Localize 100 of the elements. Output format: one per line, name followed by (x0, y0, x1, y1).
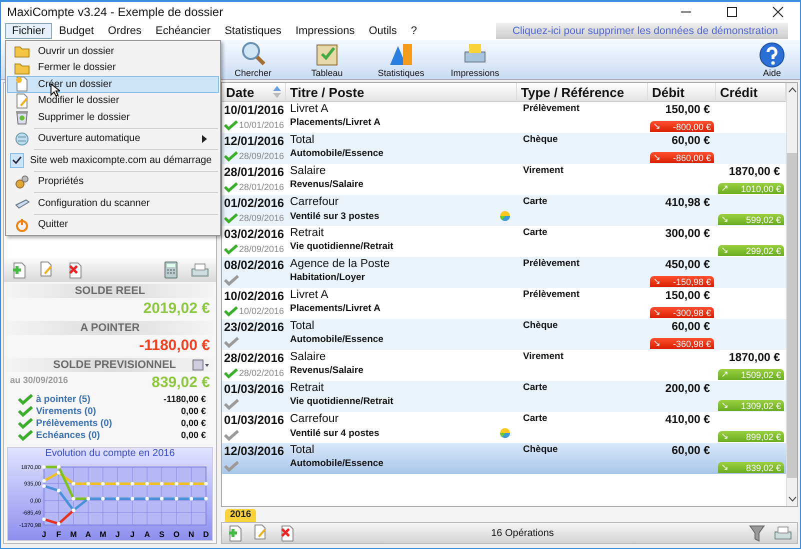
debit-cell: 410,98 € (665, 197, 710, 209)
table-row[interactable]: 03/02/2016 28/09/2016 Retrait Vie quotidienne/Retrait Carte 300,00 € ↘ 299,02 € (222, 226, 786, 257)
title-cell-text: Carrefour (289, 413, 340, 425)
table-row[interactable]: 08/02/2016 Agence de la Poste Habitation/Loyer Prélèvement 450,00 € ↘ -150,98 € (222, 257, 786, 288)
menu-item[interactable]: Ouverture automatique (7, 130, 219, 147)
axis-month-label: D (203, 530, 209, 539)
summary-link[interactable]: Echéances (0) (36, 430, 178, 440)
summary-link[interactable]: Prélèvements (0) (36, 418, 178, 428)
category-cell: Automobile/Essence (290, 148, 384, 159)
credit-cell: 1870,00 € (728, 352, 780, 364)
summary-link[interactable]: Virements (0) (36, 406, 178, 416)
table-row[interactable]: 28/01/2016 28/01/2016 Salaire Revenus/Salaire Virement 1870,00 € ↗ 1010,00 € (222, 164, 786, 195)
category-cell: Placements/Livret A (290, 117, 380, 128)
date-cell: 01/02/2016 (224, 196, 284, 210)
trend-arrow: ↘ (721, 214, 729, 225)
menu-item[interactable]: Budget (52, 23, 101, 39)
table-row[interactable]: 23/02/2016 Total Automobile/Essence Chèque 60,00 € ↘ -360,98 € (222, 319, 786, 350)
title-cell-text: Carrefour (289, 196, 340, 208)
debit-cell: 450,00 € (665, 259, 710, 271)
summary-amount: -1180,00 € (163, 394, 206, 404)
axis-month-label: A (85, 530, 92, 539)
date-cell: 08/02/2016 (224, 258, 284, 272)
balance-amount: -300,98 € (672, 308, 711, 318)
table-row[interactable]: 01/02/2016 28/09/2016 Carrefour Ventilé sur 3 postes Carte 410,98 € ↘ 599,02 € (222, 195, 786, 226)
debit-cell: 150,00 € (665, 104, 710, 116)
date-cell: 10/02/2016 (224, 289, 284, 303)
type-cell-text: Prélèvement (522, 103, 581, 114)
category-cell: Revenus/Salaire (290, 179, 364, 190)
column-header[interactable]: Débit (648, 83, 716, 101)
category-cell: Automobile/Essence (290, 334, 384, 345)
forecast-date: au 30/09/2016 (9, 374, 68, 385)
summary-amount: 0,00 € (180, 418, 206, 428)
menu-item[interactable]: Configuration du scanner (7, 195, 219, 212)
axis-month-label: O (173, 530, 180, 539)
menu-item[interactable]: ? (404, 23, 424, 39)
table-row[interactable]: 01/03/2016 Retrait Vie quotidienne/Retrait Carte 200,00 € ↘ 1309,02 € (222, 381, 786, 412)
title-cell-text: Retrait (289, 382, 325, 394)
year-tab[interactable]: 2016 (225, 509, 256, 522)
debit-cell: 150,00 € (665, 290, 710, 302)
demo-data-banner[interactable]: Cliquez-ici pour supprimer les données de démonstration (496, 23, 788, 39)
toolbar-button[interactable]: Tableau (295, 40, 359, 79)
menu-item[interactable]: Echéancier (148, 23, 218, 39)
balance-amount: 599,02 € (746, 214, 781, 224)
axis-month-label: S (159, 530, 164, 539)
column-header[interactable]: Type / Référence (517, 83, 648, 101)
date-cell: 28/02/2016 (224, 351, 284, 365)
toolbar-button[interactable]: Impressions (443, 40, 507, 79)
menu-item[interactable]: Statistiques (218, 23, 288, 39)
toolbar-button[interactable]: Statistiques (369, 40, 433, 79)
trend-arrow: ↘ (653, 276, 661, 287)
title-cell-text: Livret A (289, 289, 330, 301)
menu-item[interactable]: Propriétés (7, 174, 219, 190)
menu-item[interactable]: Ordres (100, 23, 149, 39)
menu-item[interactable]: Modifier le dossier (7, 92, 219, 109)
balance-amount: -800,00 € (672, 122, 711, 132)
pointed-date: 10/01/2016 (238, 120, 284, 130)
toolbar-button[interactable]: Chercher (221, 40, 285, 79)
table-row[interactable]: 10/02/2016 10/02/2016 Livret A Placements/Livret A Prélèvement 150,00 € ↘ -300,98 € (222, 288, 786, 319)
trend-arrow: ↘ (721, 400, 729, 411)
pointed-date: 28/09/2016 (238, 151, 284, 161)
menu-item[interactable]: Impressions (288, 23, 362, 39)
title-cell-text: Total (289, 320, 316, 332)
column-header[interactable]: Date (222, 83, 286, 101)
menu-item[interactable]: Quitter (7, 216, 219, 233)
type-cell-text: Carte (522, 382, 548, 393)
axis-month-label: J (42, 530, 46, 539)
menu-item[interactable]: Fermer le dossier (7, 60, 219, 76)
credit-cell: 1870,00 € (728, 166, 780, 178)
table-row[interactable]: 10/01/2016 10/01/2016 Livret A Placements/Livret A Prélèvement 150,00 € ↘ -800,00 € (222, 102, 786, 133)
title-cell-text: Total (289, 444, 316, 456)
balance-amount: -860,00 € (672, 152, 711, 162)
operation-count: 16 Opérations (490, 528, 555, 538)
window-title: MaxiCompte v3.24 - Exemple de dossier (7, 5, 224, 19)
category-cell: Habitation/Loyer (290, 272, 365, 283)
menu-item[interactable]: Outils (362, 23, 404, 39)
column-header[interactable]: Titre / Poste (286, 83, 517, 101)
trend-arrow: ↘ (721, 245, 729, 256)
table-row[interactable]: 12/03/2016 Total Automobile/Essence Chèque 60,00 € ↘ 839,02 € (222, 443, 786, 474)
menu-item[interactable]: Site web maxicompte.com au démarrage (7, 152, 219, 168)
title-cell-text: Salaire (289, 351, 327, 363)
pointed-date: 28/01/2016 (238, 182, 284, 192)
table-row[interactable]: 28/02/2016 28/02/2016 Salaire Revenus/Salaire Virement 1870,00 € ↗ 1509,02 € (222, 350, 786, 381)
pointed-date: 28/09/2016 (238, 213, 284, 223)
category-cell: Revenus/Salaire (290, 365, 364, 376)
menu-item[interactable]: Supprimer le dossier (7, 109, 219, 126)
date-cell: 12/03/2016 (224, 444, 284, 458)
balance-amount: -150,98 € (672, 276, 711, 286)
debit-cell: 410,00 € (665, 414, 710, 426)
help-button[interactable]: Aide (752, 42, 792, 79)
title-cell-text: Retrait (289, 227, 325, 239)
table-row[interactable]: 01/03/2016 Carrefour Ventilé sur 4 postes Carte 410,00 € ↘ 899,02 € (222, 412, 786, 443)
balance-amount: 1309,02 € (740, 400, 781, 410)
summary-link[interactable]: à pointer (5) (36, 394, 160, 404)
title-cell-text: Agence de la Poste (289, 258, 391, 270)
menu-item[interactable]: Ouvrir un dossier (7, 43, 219, 60)
menu-item[interactable]: Fichier (5, 23, 52, 39)
type-cell-text: Carte (522, 413, 548, 424)
type-cell-text: Virement (522, 351, 564, 362)
table-row[interactable]: 12/01/2016 28/09/2016 Total Automobile/Essence Chèque 60,00 € ↘ -860,00 € (222, 133, 786, 164)
pointed-date: 28/02/2016 (238, 368, 284, 378)
